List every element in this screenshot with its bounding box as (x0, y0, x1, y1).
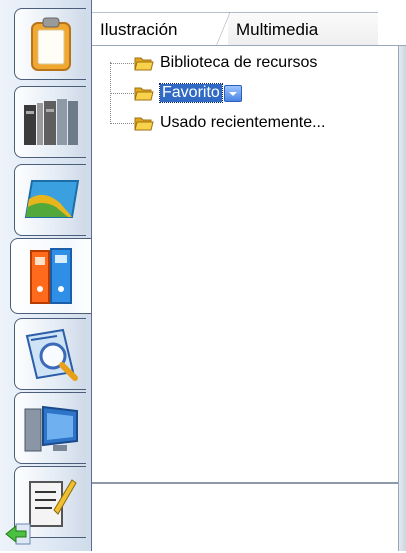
folder-icon (134, 57, 154, 71)
landscape-card-icon (24, 180, 79, 218)
sidebar-tab-clipboard[interactable] (14, 8, 86, 80)
folder-icon (134, 87, 154, 101)
tree-item-label: Biblioteca de recursos (160, 54, 318, 71)
tree-item-label[interactable]: Favorito (159, 83, 223, 103)
sidebar-tab-computer[interactable] (14, 392, 86, 464)
tab-multimedia[interactable]: Multimedia (216, 12, 378, 46)
magnifier-search-icon (25, 328, 78, 381)
clipboard-icon (30, 17, 71, 71)
panel-right-border (398, 46, 406, 551)
green-left-arrow-icon[interactable] (4, 522, 32, 546)
resource-tree: Biblioteca de recursos Favorito Usado re… (96, 52, 396, 472)
tab-bar: Ilustración Multimedia (92, 0, 406, 46)
tree-item-favorito[interactable]: Favorito (134, 82, 242, 104)
sidebar-tab-library[interactable] (14, 86, 86, 158)
sidebar-tab-image-card[interactable] (14, 164, 86, 236)
library-books-icon (23, 99, 78, 145)
tab-ilustracion[interactable]: Ilustración (92, 12, 228, 46)
sidebar-divider (91, 0, 92, 551)
tab-divider (92, 45, 406, 46)
sidebar-tab-binders[interactable] (10, 238, 92, 314)
preview-panel (92, 482, 398, 553)
chevron-down-icon[interactable] (223, 84, 242, 102)
binders-icon (29, 248, 72, 304)
sidebar-tab-search[interactable] (14, 318, 86, 390)
computer-monitor-icon (24, 405, 78, 452)
tree-item-usado[interactable]: Usado recientemente... (134, 112, 325, 134)
tree-item-biblioteca[interactable]: Biblioteca de recursos (134, 52, 317, 74)
folder-icon (134, 117, 154, 131)
left-toolbar (0, 0, 92, 551)
tree-item-label: Usado recientemente... (160, 114, 326, 131)
